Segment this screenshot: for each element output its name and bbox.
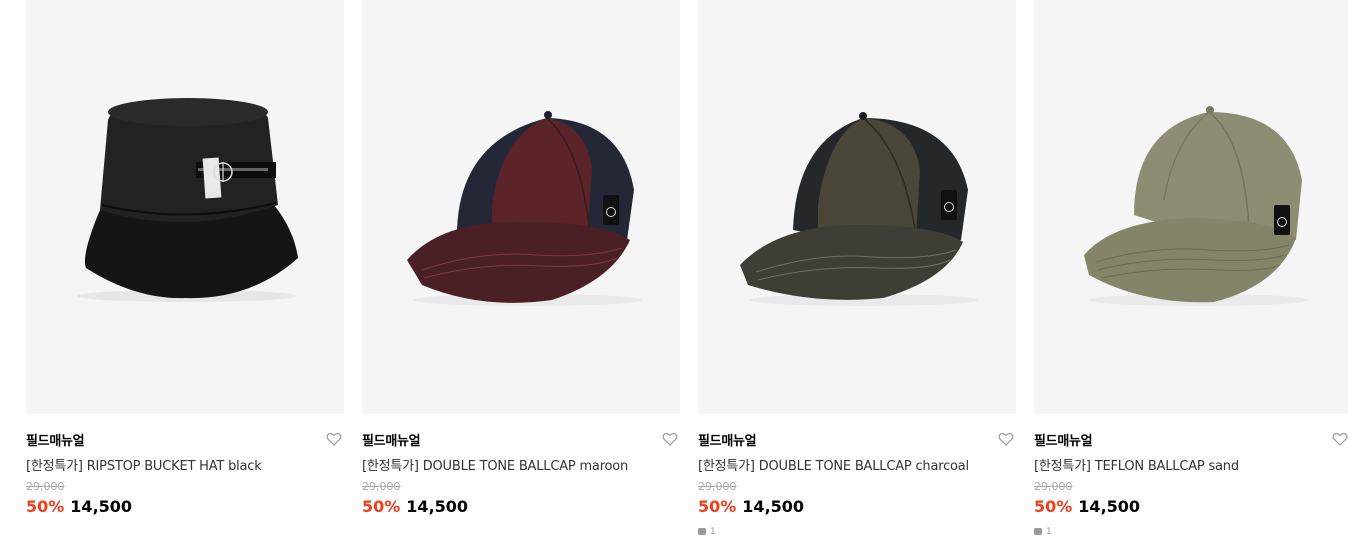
sale-price: 14,500: [70, 497, 133, 516]
ballcap-image: [1084, 106, 1309, 306]
price-row: 50% 14,500: [698, 497, 804, 516]
price-row: 50% 14,500: [362, 497, 468, 516]
original-price: 29,000: [362, 480, 401, 493]
product-image[interactable]: [698, 0, 1016, 414]
discount-rate: 50%: [698, 497, 737, 516]
product-title[interactable]: [한정특가] RIPSTOP BUCKET HAT black: [26, 455, 262, 474]
original-price: 29,000: [698, 480, 737, 493]
heart-icon[interactable]: [326, 431, 342, 447]
review-count: 1: [698, 527, 716, 536]
product-image[interactable]: [362, 0, 680, 414]
sale-price: 14,500: [742, 497, 805, 516]
comment-icon: [1034, 528, 1042, 535]
product-card[interactable]: 필드매뉴얼 [한정특가] RIPSTOP BUCKET HAT black 29…: [26, 0, 344, 536]
discount-rate: 50%: [362, 497, 401, 516]
product-title[interactable]: [한정특가] TEFLON BALLCAP sand: [1034, 455, 1239, 474]
review-count: 1: [1034, 527, 1052, 536]
product-image[interactable]: [26, 0, 344, 414]
product-card[interactable]: 필드매뉴얼 [한정특가] DOUBLE TONE BALLCAP charcoa…: [698, 0, 1016, 536]
product-card[interactable]: 필드매뉴얼 [한정특가] TEFLON BALLCAP sand 29,000 …: [1034, 0, 1348, 536]
heart-icon[interactable]: [998, 431, 1014, 447]
ballcap-image: [407, 111, 642, 306]
product-grid: 필드매뉴얼 [한정특가] RIPSTOP BUCKET HAT black 29…: [0, 0, 1348, 536]
discount-rate: 50%: [26, 497, 65, 516]
product-card[interactable]: 필드매뉴얼 [한정특가] DOUBLE TONE BALLCAP maroon …: [362, 0, 680, 536]
brand-name[interactable]: 필드매뉴얼: [362, 430, 421, 449]
brand-name[interactable]: 필드매뉴얼: [26, 430, 85, 449]
ballcap-image: [740, 112, 978, 306]
bucket-hat-image: [77, 98, 298, 302]
product-title[interactable]: [한정특가] DOUBLE TONE BALLCAP charcoal: [698, 455, 969, 474]
product-title[interactable]: [한정특가] DOUBLE TONE BALLCAP maroon: [362, 455, 628, 474]
sale-price: 14,500: [1078, 497, 1141, 516]
brand-name[interactable]: 필드매뉴얼: [1034, 430, 1093, 449]
original-price: 29,000: [26, 480, 65, 493]
price-row: 50% 14,500: [1034, 497, 1140, 516]
price-row: 50% 14,500: [26, 497, 132, 516]
comment-icon: [698, 528, 706, 535]
brand-name[interactable]: 필드매뉴얼: [698, 430, 757, 449]
product-image[interactable]: [1034, 0, 1348, 414]
discount-rate: 50%: [1034, 497, 1073, 516]
heart-icon[interactable]: [662, 431, 678, 447]
heart-icon[interactable]: [1332, 431, 1348, 447]
original-price: 29,000: [1034, 480, 1073, 493]
sale-price: 14,500: [406, 497, 469, 516]
